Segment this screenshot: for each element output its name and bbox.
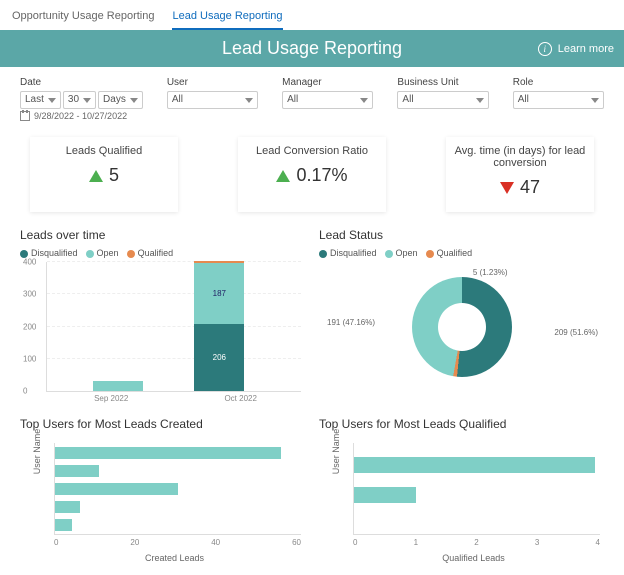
bar-oct-2022: 206 187 — [194, 261, 244, 391]
kpi-leads-qualified-value: 5 — [109, 165, 119, 186]
top-qualified-ylabel: User Name — [331, 429, 341, 475]
date-count-select[interactable]: 30 — [63, 91, 96, 109]
bar-sep-2022 — [93, 381, 143, 391]
info-icon: i — [538, 42, 552, 56]
legend-qualified: Qualified — [127, 248, 174, 258]
lead-status-legend: Disqualified Open Qualified — [319, 248, 604, 258]
xlabel-sep: Sep 2022 — [94, 394, 128, 403]
calendar-icon — [20, 111, 30, 121]
bu-select[interactable]: All — [397, 91, 488, 109]
filter-bu-label: Business Unit — [397, 77, 488, 88]
card-lead-status: Lead Status Disqualified Open Qualified … — [319, 228, 604, 403]
leads-over-time-legend: Disqualified Open Qualified — [20, 248, 305, 258]
learn-more-label: Learn more — [558, 43, 614, 55]
donut-label-disqualified: 209 (51.6%) — [554, 328, 598, 337]
donut-label-qualified: 5 (1.23%) — [473, 268, 508, 277]
page-title-banner: Lead Usage Reporting i Learn more — [0, 30, 624, 67]
lead-status-title: Lead Status — [319, 228, 604, 242]
page-title: Lead Usage Reporting — [222, 38, 402, 58]
lead-status-chart[interactable]: 5 (1.23%) 191 (47.16%) 209 (51.6%) — [319, 262, 604, 392]
date-unit-select[interactable]: Days — [98, 91, 143, 109]
xlabel-oct: Oct 2022 — [224, 394, 256, 403]
kpi-row: Leads Qualified 5 Lead Conversion Ratio … — [0, 129, 624, 228]
legend-disqualified: Disqualified — [20, 248, 78, 258]
filter-user-label: User — [167, 77, 258, 88]
report-tabs: Opportunity Usage Reporting Lead Usage R… — [0, 0, 624, 30]
kpi-leads-qualified-label: Leads Qualified — [36, 145, 172, 157]
kpi-conversion-ratio: Lead Conversion Ratio 0.17% — [238, 137, 386, 212]
kpi-conversion-ratio-value: 0.17% — [296, 165, 347, 186]
kpi-conversion-ratio-label: Lead Conversion Ratio — [244, 145, 380, 157]
kpi-avg-time-value: 47 — [520, 177, 540, 198]
manager-select[interactable]: All — [282, 91, 373, 109]
card-top-qualified: Top Users for Most Leads Qualified User … — [319, 417, 604, 563]
leads-over-time-chart[interactable]: 0 100 200 300 400 206 187 — [46, 262, 301, 392]
tab-lead[interactable]: Lead Usage Reporting — [172, 6, 282, 30]
filter-role-label: Role — [513, 77, 604, 88]
donut-label-open: 191 (47.16%) — [327, 318, 375, 327]
role-select[interactable]: All — [513, 91, 604, 109]
top-qualified-title: Top Users for Most Leads Qualified — [319, 417, 604, 431]
top-qualified-chart[interactable]: User Name 0 1 2 3 4 — [339, 437, 604, 557]
top-created-title: Top Users for Most Leads Created — [20, 417, 305, 431]
date-range-text: 9/28/2022 - 10/27/2022 — [34, 111, 127, 121]
filter-date-label: Date — [20, 77, 143, 88]
trend-down-icon — [500, 182, 514, 194]
kpi-avg-time-label: Avg. time (in days) for lead conversion — [452, 145, 588, 169]
kpi-avg-time: Avg. time (in days) for lead conversion … — [446, 137, 594, 212]
kpi-leads-qualified: Leads Qualified 5 — [30, 137, 178, 212]
legend-open: Open — [86, 248, 119, 258]
user-select[interactable]: All — [167, 91, 258, 109]
leads-over-time-title: Leads over time — [20, 228, 305, 242]
trend-up-icon — [89, 170, 103, 182]
card-top-created: Top Users for Most Leads Created User Na… — [20, 417, 305, 563]
tab-opportunity[interactable]: Opportunity Usage Reporting — [12, 6, 154, 30]
donut-icon — [412, 277, 512, 377]
trend-up-icon — [276, 170, 290, 182]
card-leads-over-time: Leads over time Disqualified Open Qualif… — [20, 228, 305, 403]
filter-manager-label: Manager — [282, 77, 373, 88]
filter-bar: Date Last 30 Days User All Manager All B… — [0, 67, 624, 111]
top-created-ylabel: User Name — [32, 429, 42, 475]
date-mode-select[interactable]: Last — [20, 91, 61, 109]
learn-more-link[interactable]: i Learn more — [538, 42, 614, 56]
top-created-chart[interactable]: User Name 0 20 40 60 — [40, 437, 305, 557]
